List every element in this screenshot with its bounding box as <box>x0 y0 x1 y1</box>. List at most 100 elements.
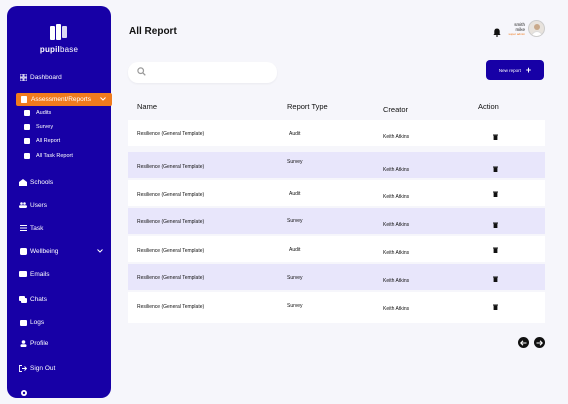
report-name: Resilience (General Template) <box>137 131 205 137</box>
users-icon <box>19 201 27 209</box>
logo-text: pupilbase <box>39 45 79 54</box>
document-icon <box>24 138 30 144</box>
plus-icon: + <box>525 64 532 75</box>
report-name: Resilience (General Template) <box>137 248 205 254</box>
sidebar-item-task[interactable]: Task <box>19 222 43 234</box>
sidebar-item-sign-out[interactable]: Sign Out <box>19 362 55 374</box>
sign-out-icon <box>19 364 27 372</box>
trash-icon[interactable] <box>493 215 498 228</box>
report-creator: Keith Atkins <box>383 278 410 284</box>
report-name: Resilience (General Template) <box>137 304 205 310</box>
sidebar-item-label: Emails <box>30 270 50 278</box>
sidebar-subitem-audits[interactable]: Audits <box>24 108 51 118</box>
page-title: All Report <box>129 26 177 37</box>
chevron-down-icon <box>100 96 106 103</box>
column-header-creator: Creator <box>383 105 409 114</box>
report-type: Survey <box>287 303 303 309</box>
sidebar-subitem-survey[interactable]: Survey <box>24 122 53 132</box>
column-header-action: Action <box>478 102 499 111</box>
logs-icon <box>19 318 27 326</box>
logo: pupilbase <box>7 24 111 54</box>
sidebar-item-label: Sign Out <box>30 364 56 372</box>
table-row[interactable]: Resilience (General Template) Survey Kei… <box>128 208 545 234</box>
previous-page-arrow-icon[interactable] <box>518 337 529 348</box>
search-box[interactable] <box>128 62 277 83</box>
table-row[interactable]: Resilience (General Template) Audit Keit… <box>128 120 545 146</box>
settings-gear-icon[interactable] <box>20 384 28 402</box>
trash-icon[interactable] <box>493 240 498 253</box>
report-creator: Keith Atkins <box>383 306 410 312</box>
trash-icon[interactable] <box>493 297 498 310</box>
avatar[interactable] <box>528 20 545 37</box>
sidebar-item-chats[interactable]: Chats <box>19 293 47 305</box>
user-role: super admin <box>508 32 525 36</box>
column-header-name: Name <box>137 102 158 111</box>
report-creator: Keith Atkins <box>383 194 410 200</box>
trash-icon[interactable] <box>493 159 498 172</box>
profile-icon <box>19 339 27 347</box>
next-page-arrow-icon[interactable] <box>534 337 545 348</box>
sidebar-item-label: Users <box>30 201 47 209</box>
email-icon <box>19 270 27 278</box>
report-type: Audit <box>289 247 301 253</box>
report-type: Audit <box>289 131 301 137</box>
report-type: Survey <box>287 218 303 224</box>
document-icon <box>24 153 30 159</box>
report-icon <box>20 96 28 104</box>
sidebar-item-label: Profile <box>30 339 49 347</box>
report-name: Resilience (General Template) <box>137 192 205 198</box>
sidebar-item-label: Chats <box>30 295 47 303</box>
new-report-label: New report <box>498 67 521 73</box>
sidebar-item-assessment-reports[interactable]: Assessment/Reports <box>16 93 112 106</box>
audit-icon <box>24 110 30 116</box>
trash-icon[interactable] <box>493 127 498 140</box>
sidebar-subitem-label: Audits <box>36 110 52 116</box>
sidebar-item-schools[interactable]: Schools <box>19 176 53 188</box>
report-name: Resilience (General Template) <box>137 164 205 170</box>
sidebar: pupilbase Dashboard Assessment/Reports A… <box>7 6 112 398</box>
sidebar-item-profile[interactable]: Profile <box>19 337 48 349</box>
trash-icon[interactable] <box>493 269 498 282</box>
sidebar-subitem-label: All Report <box>36 138 61 144</box>
sidebar-subitem-all-report[interactable]: All Report <box>24 136 60 146</box>
table-row[interactable]: Resilience (General Template) Audit Keit… <box>128 180 545 206</box>
table-row[interactable]: Resilience (General Template) Survey Kei… <box>128 292 545 323</box>
sidebar-item-label: Task <box>30 224 44 232</box>
sidebar-item-dashboard[interactable]: Dashboard <box>19 71 62 83</box>
sidebar-subitem-all-task-report[interactable]: All Task Report <box>24 151 73 161</box>
sidebar-item-label: Wellbeing <box>30 247 59 255</box>
sidebar-subitem-label: Survey <box>36 124 54 130</box>
sidebar-item-label: Logs <box>30 318 45 326</box>
trash-icon[interactable] <box>493 184 498 197</box>
survey-icon <box>24 124 30 130</box>
chat-icon <box>19 295 27 303</box>
sidebar-item-emails[interactable]: Emails <box>19 268 50 280</box>
sidebar-item-label: Assessment/Reports <box>31 96 91 103</box>
sidebar-item-users[interactable]: Users <box>19 199 47 211</box>
sidebar-item-label: Schools <box>30 178 54 186</box>
table-row[interactable]: Resilience (General Template) Audit Keit… <box>128 236 545 262</box>
chevron-down-icon <box>97 248 103 255</box>
report-creator: Keith Atkins <box>383 167 410 173</box>
report-type: Survey <box>287 275 303 281</box>
sidebar-item-label: Dashboard <box>30 73 62 81</box>
column-header-report-type: Report Type <box>287 102 328 111</box>
report-type: Audit <box>289 191 301 197</box>
report-name: Resilience (General Template) <box>137 275 205 281</box>
report-name: Resilience (General Template) <box>137 219 205 225</box>
sidebar-subitem-label: All Task Report <box>36 153 73 159</box>
search-icon <box>137 67 146 76</box>
report-creator: Keith Atkins <box>383 250 410 256</box>
table-row[interactable]: Resilience (General Template) Survey Kei… <box>128 152 545 178</box>
report-creator: Keith Atkins <box>383 222 410 228</box>
table-row[interactable]: Resilience (General Template) Survey Kei… <box>128 264 545 290</box>
school-icon <box>19 178 27 186</box>
user-name: smith mike <box>514 22 525 32</box>
report-creator: Keith Atkins <box>383 134 410 140</box>
search-input[interactable] <box>150 65 270 80</box>
sidebar-item-wellbeing[interactable]: Wellbeing <box>19 245 103 257</box>
pupilbase-logo-icon <box>50 24 68 42</box>
grid-icon <box>19 73 27 81</box>
new-report-button[interactable]: New report + <box>486 60 544 80</box>
sidebar-item-logs[interactable]: Logs <box>19 316 44 328</box>
